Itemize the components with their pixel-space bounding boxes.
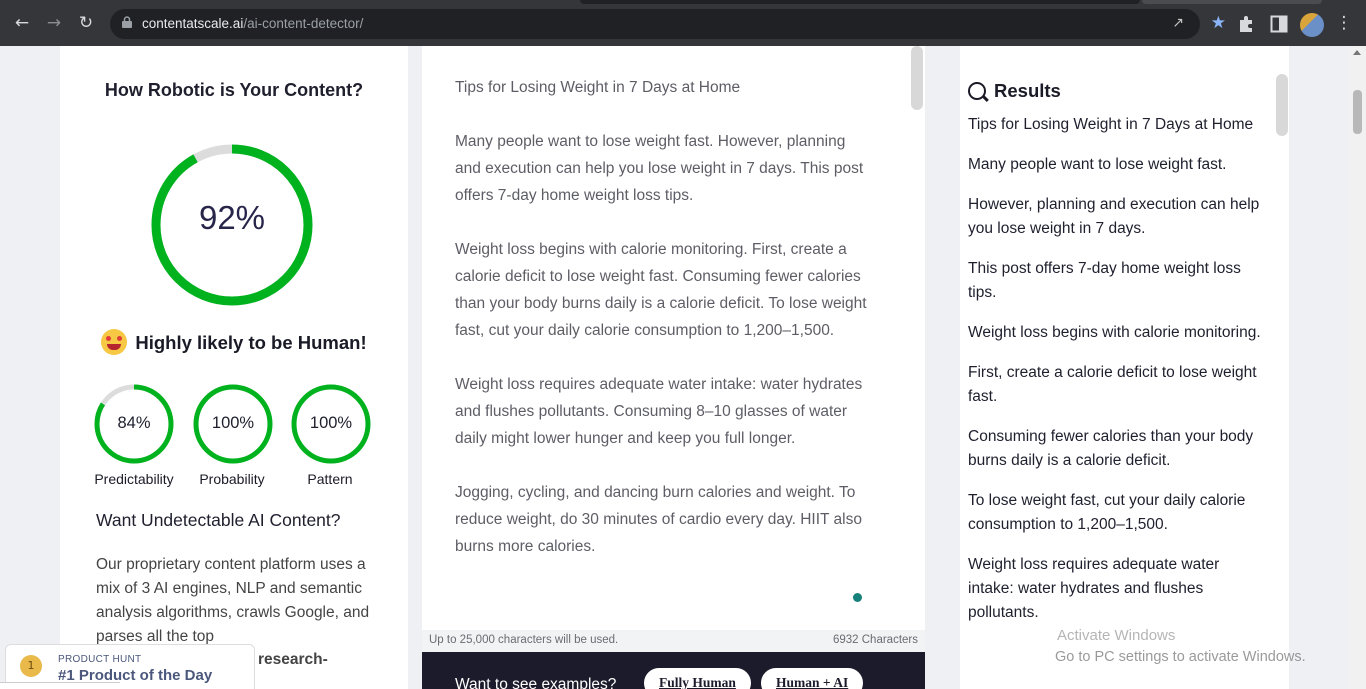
result-sentence: Weight loss begins with calorie monitori… <box>968 324 1261 341</box>
overall-score-value: 92% <box>198 199 266 236</box>
char-limit-note: Up to 25,000 characters will be used. <box>429 634 619 646</box>
character-info-bar: Up to 25,000 characters will be used. 69… <box>422 630 925 652</box>
page-scrollbar[interactable] <box>1349 46 1366 689</box>
result-sentence: First, create a calorie deficit to lose … <box>968 364 1257 405</box>
results-list: Tips for Losing Weight in 7 Days at Home… <box>968 113 1268 641</box>
windows-activation-title: Activate Windows <box>1057 627 1176 644</box>
results-heading: Results <box>968 80 1061 102</box>
content-paragraph: Weight loss begins with calorie monitori… <box>455 241 867 339</box>
result-sentence: Weight loss requires adequate water inta… <box>968 556 1220 621</box>
char-count: 6932 Characters <box>832 634 918 646</box>
results-scrollbar-thumb[interactable] <box>1276 74 1288 136</box>
tab-edge[interactable] <box>1142 0 1322 4</box>
result-sentence: This post offers 7-day home weight loss … <box>968 260 1241 301</box>
promo-paragraph-continued: research- <box>258 651 328 668</box>
menu-dots-icon[interactable]: ⋮ <box>1332 11 1356 35</box>
verdict-label: Highly likely to be Human! <box>135 332 367 353</box>
reload-icon[interactable]: ↻ <box>74 11 98 35</box>
windows-activation-hint: Go to PC settings to activate Windows. <box>1055 649 1306 665</box>
predictability-gauge: 84% <box>93 383 175 465</box>
human-ai-example-button[interactable]: Human + AI <box>761 668 864 689</box>
result-sentence: Many people want to lose weight fast. <box>968 156 1227 173</box>
result-sentence: To lose weight fast, cut your daily calo… <box>968 492 1246 533</box>
result-sentence: Consuming fewer calories than your body … <box>968 428 1254 469</box>
browser-status-bar <box>0 682 120 689</box>
bookmark-star-icon[interactable]: ★ <box>1211 13 1226 33</box>
overall-score-gauge: 92% <box>148 141 316 309</box>
promo-paragraph: Our proprietary content platform uses a … <box>96 556 370 645</box>
active-tab-edge[interactable] <box>580 0 1140 4</box>
profile-avatar[interactable] <box>1300 13 1324 37</box>
search-icon <box>968 82 986 100</box>
content-textarea[interactable]: Tips for Losing Weight in 7 Days at Home… <box>455 74 875 587</box>
browser-toolbar: ← → ↻ contentatscale.ai/ai-content-detec… <box>0 0 1366 46</box>
predictability-label: Predictability <box>94 471 174 487</box>
pattern-gauge: 100% <box>290 383 372 465</box>
verdict-text: Highly likely to be Human! <box>60 329 408 355</box>
content-input-area[interactable]: Tips for Losing Weight in 7 Days at Home… <box>422 46 925 630</box>
content-paragraph: Jogging, cycling, and dancing burn calor… <box>455 484 862 555</box>
address-bar[interactable]: contentatscale.ai/ai-content-detector/ ↗… <box>110 9 1226 39</box>
pattern-label: Pattern <box>307 471 353 487</box>
promo-heading: Want Undetectable AI Content? <box>96 510 341 530</box>
score-card-title: How Robotic is Your Content? <box>104 80 364 100</box>
grammar-check-dot-icon[interactable] <box>853 593 862 602</box>
content-scrollbar-thumb[interactable] <box>911 46 923 110</box>
probability-gauge: 100% <box>192 383 274 465</box>
results-heading-label: Results <box>994 80 1061 101</box>
forward-icon[interactable]: → <box>42 11 66 35</box>
result-sentence: Tips for Losing Weight in 7 Days at Home <box>968 116 1254 133</box>
pattern-value: 100% <box>309 414 353 432</box>
product-hunt-kicker: PRODUCT HUNT <box>58 654 142 665</box>
predictability-value: 84% <box>117 414 151 432</box>
content-paragraph: Many people want to lose weight fast. Ho… <box>455 133 864 204</box>
probability-value: 100% <box>211 414 255 432</box>
probability-label: Probability <box>199 471 265 487</box>
examples-bar: Want to see examples? Fully Human Human … <box>422 652 925 689</box>
scroll-up-arrow-icon[interactable] <box>1353 50 1361 55</box>
share-icon[interactable]: ↗ <box>1172 15 1184 31</box>
side-panel-icon[interactable] <box>1270 15 1288 33</box>
star-struck-emoji-icon <box>101 329 128 355</box>
back-icon[interactable]: ← <box>10 11 34 35</box>
extensions-icon[interactable] <box>1237 14 1257 34</box>
result-sentence: However, planning and execution can help… <box>968 196 1260 237</box>
page-scrollbar-thumb[interactable] <box>1353 90 1362 134</box>
medal-icon: 1 <box>20 655 42 677</box>
content-paragraph: Tips for Losing Weight in 7 Days at Home <box>455 79 741 96</box>
fully-human-example-button[interactable]: Fully Human <box>644 668 751 689</box>
score-card: How Robotic is Your Content? 92% Highly … <box>60 46 408 689</box>
lock-icon <box>122 16 132 28</box>
results-panel: Results Tips for Losing Weight in 7 Days… <box>960 46 1289 689</box>
url-text: contentatscale.ai/ai-content-detector/ <box>142 16 364 31</box>
content-paragraph: Weight loss requires adequate water inta… <box>455 376 863 447</box>
examples-prompt: Want to see examples? <box>455 676 617 689</box>
